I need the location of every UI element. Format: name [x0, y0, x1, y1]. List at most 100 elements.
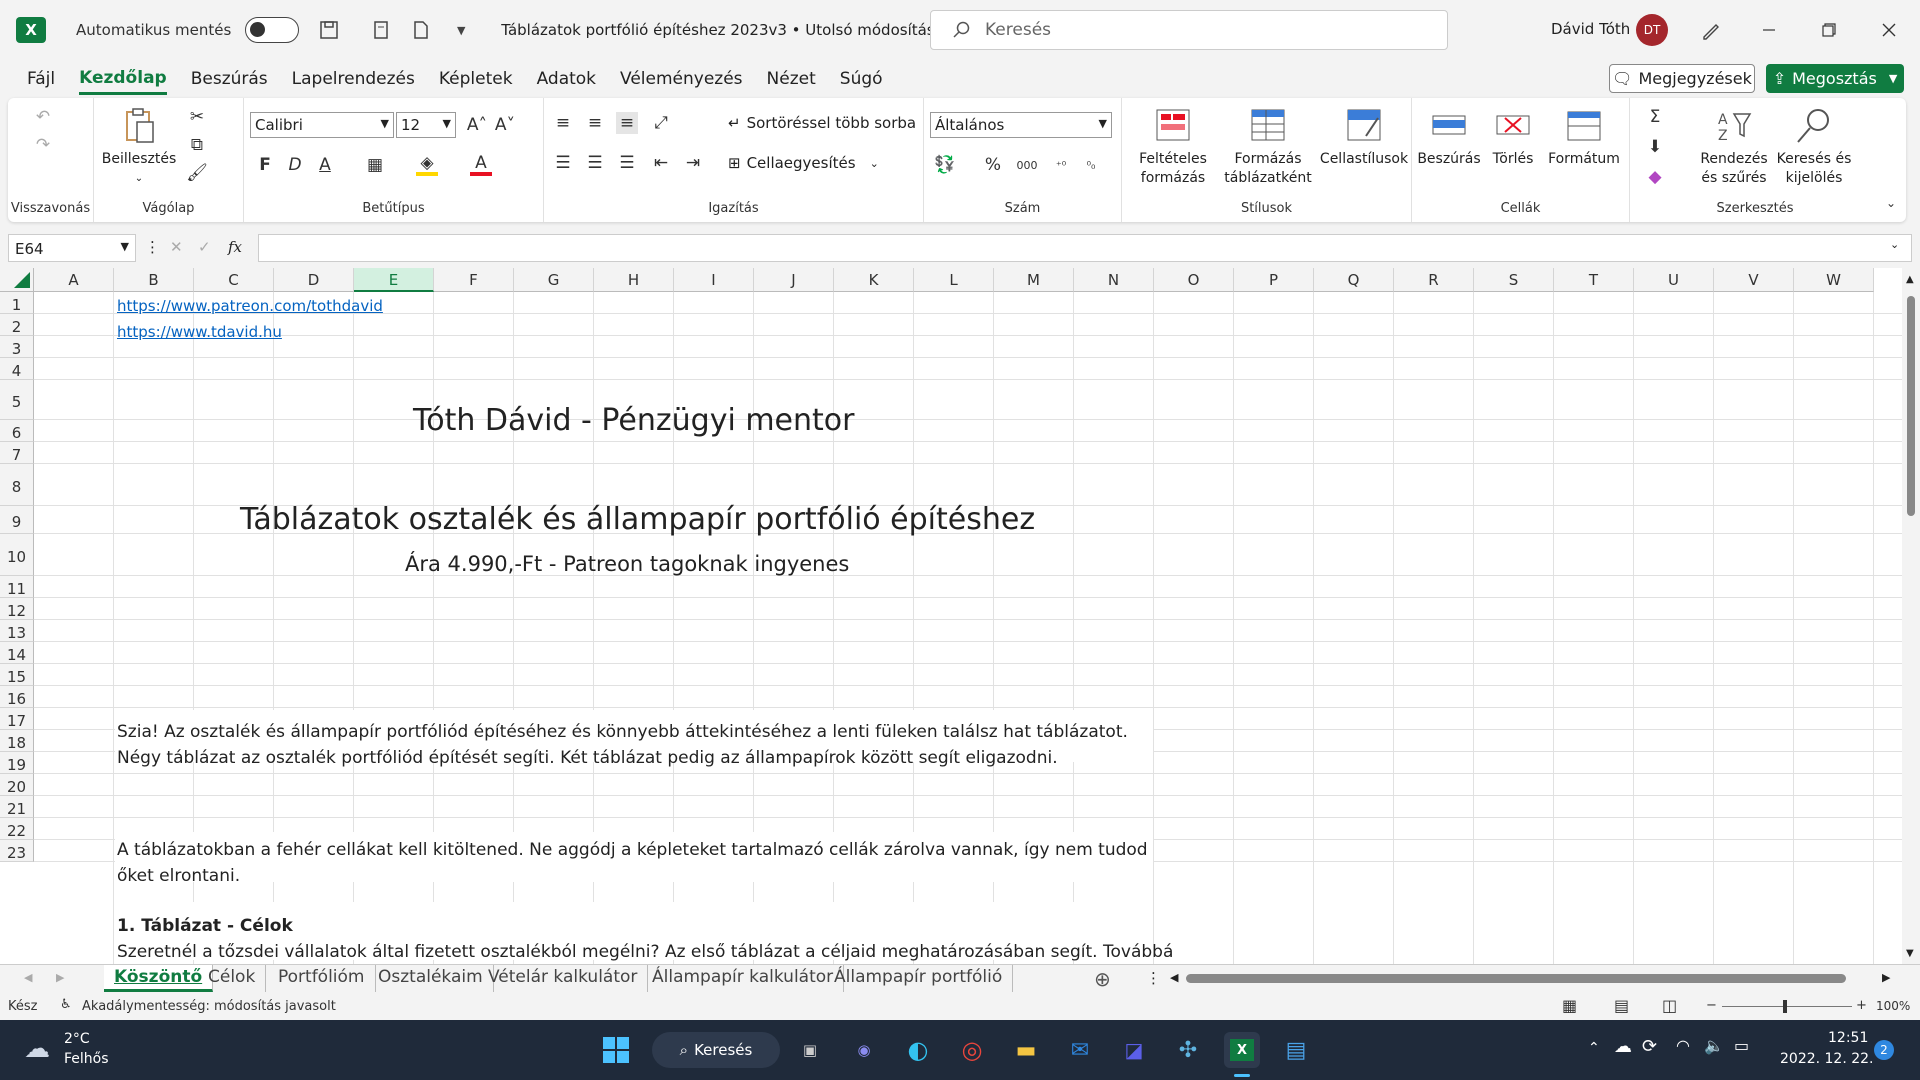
share-button[interactable]: ⇪ Megosztás ▼	[1766, 64, 1904, 93]
decrease-decimal-icon[interactable]: ⁰₀	[1080, 154, 1102, 176]
align-left-icon[interactable]: ☰	[552, 152, 574, 174]
new-document-icon[interactable]	[405, 14, 437, 46]
borders-icon[interactable]: ▦	[364, 154, 386, 176]
sheet-tab[interactable]: Köszöntő	[104, 965, 214, 992]
comments-button[interactable]: 🗨 Megjegyzések	[1609, 64, 1755, 93]
row-header-5[interactable]: 5	[0, 380, 34, 420]
decrease-indent-icon[interactable]: ⇤	[650, 152, 672, 174]
file-explorer-icon[interactable]: ▬	[1008, 1032, 1044, 1068]
next-sheet-icon[interactable]: ▶	[56, 971, 64, 984]
column-header-l[interactable]: L	[914, 268, 994, 292]
add-sheet-icon[interactable]: ⊕	[1094, 967, 1111, 991]
chevron-down-icon[interactable]: ▼	[1889, 72, 1897, 85]
customize-toolbar-icon[interactable]: ▼	[445, 14, 477, 46]
zoom-in-icon[interactable]: +	[1856, 998, 1867, 1013]
zoom-level[interactable]: 100%	[1876, 999, 1910, 1013]
tab-formulas[interactable]: Képletek	[439, 65, 513, 93]
comma-style-icon[interactable]: 000	[1016, 154, 1038, 176]
column-header-j[interactable]: J	[754, 268, 834, 292]
patreon-link[interactable]: https://www.patreon.com/tothdavid	[117, 297, 383, 315]
sheet-tab[interactable]: Osztalékaim	[368, 965, 494, 992]
vertical-scrollbar[interactable]: ▲ ▼	[1902, 268, 1920, 964]
row-header-7[interactable]: 7	[0, 442, 34, 464]
zoom-out-icon[interactable]: −	[1706, 998, 1717, 1013]
more-options-icon[interactable]: ⋮	[145, 238, 160, 256]
column-header-f[interactable]: F	[434, 268, 514, 292]
row-header-13[interactable]: 13	[0, 620, 34, 642]
windows-start-icon[interactable]	[598, 1032, 634, 1068]
row-header-9[interactable]: 9	[0, 506, 34, 534]
zoom-slider[interactable]	[1722, 1000, 1852, 1013]
more-options-icon[interactable]: ⋮	[1146, 969, 1161, 987]
sort-filter-button[interactable]: AZ Rendezés és szűrés	[1694, 106, 1774, 188]
user-name[interactable]: Dávid Tóth	[1551, 20, 1630, 38]
align-right-icon[interactable]: ☰	[616, 152, 638, 174]
select-all-corner[interactable]	[0, 268, 34, 292]
column-header-d[interactable]: D	[274, 268, 354, 292]
tab-review[interactable]: Véleményezés	[620, 65, 743, 93]
column-header-u[interactable]: U	[1634, 268, 1714, 292]
column-header-k[interactable]: K	[834, 268, 914, 292]
tab-data[interactable]: Adatok	[537, 65, 596, 93]
edge-browser-icon[interactable]: ◐	[900, 1032, 936, 1068]
notepad-icon[interactable]: ▤	[1278, 1032, 1314, 1068]
row-header-17[interactable]: 17	[0, 708, 34, 730]
column-header-m[interactable]: M	[994, 268, 1074, 292]
sheet-tab[interactable]: Vételár kalkulátor	[478, 965, 649, 992]
sheet-tab[interactable]: Állampapír kalkulátor	[642, 965, 845, 992]
avatar[interactable]: DT	[1636, 14, 1668, 46]
row-header-6[interactable]: 6	[0, 420, 34, 442]
merge-cells-button[interactable]: ⊞ Cellaegyesítés ⌄	[728, 154, 879, 172]
row-header-12[interactable]: 12	[0, 598, 34, 620]
excel-taskbar-icon[interactable]: X	[1224, 1032, 1260, 1068]
autosum-icon[interactable]: Σ	[1644, 106, 1666, 128]
clock-time[interactable]: 12:51	[1828, 1030, 1868, 1046]
battery-icon[interactable]: ▭	[1734, 1036, 1749, 1055]
row-header-4[interactable]: 4	[0, 358, 34, 380]
delete-cells-button[interactable]: Törlés	[1484, 106, 1542, 169]
column-header-g[interactable]: G	[514, 268, 594, 292]
notification-badge[interactable]: 2	[1874, 1040, 1894, 1060]
row-header-22[interactable]: 22	[0, 818, 34, 840]
row-header-8[interactable]: 8	[0, 464, 34, 506]
row-header-16[interactable]: 16	[0, 686, 34, 708]
column-header-c[interactable]: C	[194, 268, 274, 292]
tab-view[interactable]: Nézet	[767, 65, 816, 93]
fill-icon[interactable]: ⬇	[1644, 136, 1666, 158]
minimize-button[interactable]	[1757, 18, 1781, 42]
sheet-tab[interactable]: Célok	[198, 965, 267, 992]
pen-icon[interactable]	[1699, 18, 1723, 42]
horizontal-scroll-thumb[interactable]	[1186, 974, 1846, 983]
row-header-20[interactable]: 20	[0, 774, 34, 796]
onedrive-icon[interactable]: ☁	[1614, 1036, 1632, 1057]
number-format-select[interactable]: Általános ▼	[930, 112, 1112, 138]
column-header-i[interactable]: I	[674, 268, 754, 292]
cut-icon[interactable]: ✂	[186, 106, 208, 128]
column-header-q[interactable]: Q	[1314, 268, 1394, 292]
decrease-font-icon[interactable]: A˅	[494, 114, 516, 136]
align-center-icon[interactable]: ☰	[584, 152, 606, 174]
mail-icon[interactable]: ✉	[1062, 1032, 1098, 1068]
row-header-19[interactable]: 19	[0, 752, 34, 774]
increase-font-icon[interactable]: A˄	[466, 114, 488, 136]
paste-button[interactable]: Beillesztés ⌄	[102, 106, 176, 188]
save-icon[interactable]	[313, 14, 345, 46]
undo-icon[interactable]: ↶	[32, 106, 54, 128]
sync-icon[interactable]: ⟳	[1642, 1036, 1657, 1057]
sheet-tab[interactable]: Állampapír portfólió	[824, 965, 1014, 992]
expand-formula-icon[interactable]: ⌄	[1890, 238, 1899, 251]
close-button[interactable]	[1877, 18, 1901, 42]
autosave-toggle[interactable]	[245, 17, 300, 43]
column-header-r[interactable]: R	[1394, 268, 1474, 292]
copy-icon[interactable]: ⧉	[186, 134, 208, 156]
font-size-select[interactable]: 12 ▼	[396, 112, 456, 138]
accessibility-status[interactable]: Akadálymentesség: módosítás javasolt	[82, 999, 336, 1014]
page-break-view-icon[interactable]: ◫	[1662, 996, 1677, 1015]
teams-chat-icon[interactable]: ◉	[846, 1032, 882, 1068]
column-header-e[interactable]: E	[354, 268, 434, 292]
cell-styles-button[interactable]: Cellastílusok	[1318, 106, 1410, 169]
column-header-a[interactable]: A	[34, 268, 114, 292]
row-header-14[interactable]: 14	[0, 642, 34, 664]
insert-function-icon[interactable]: fx	[228, 238, 242, 256]
task-view-icon[interactable]: ▣	[792, 1032, 828, 1068]
